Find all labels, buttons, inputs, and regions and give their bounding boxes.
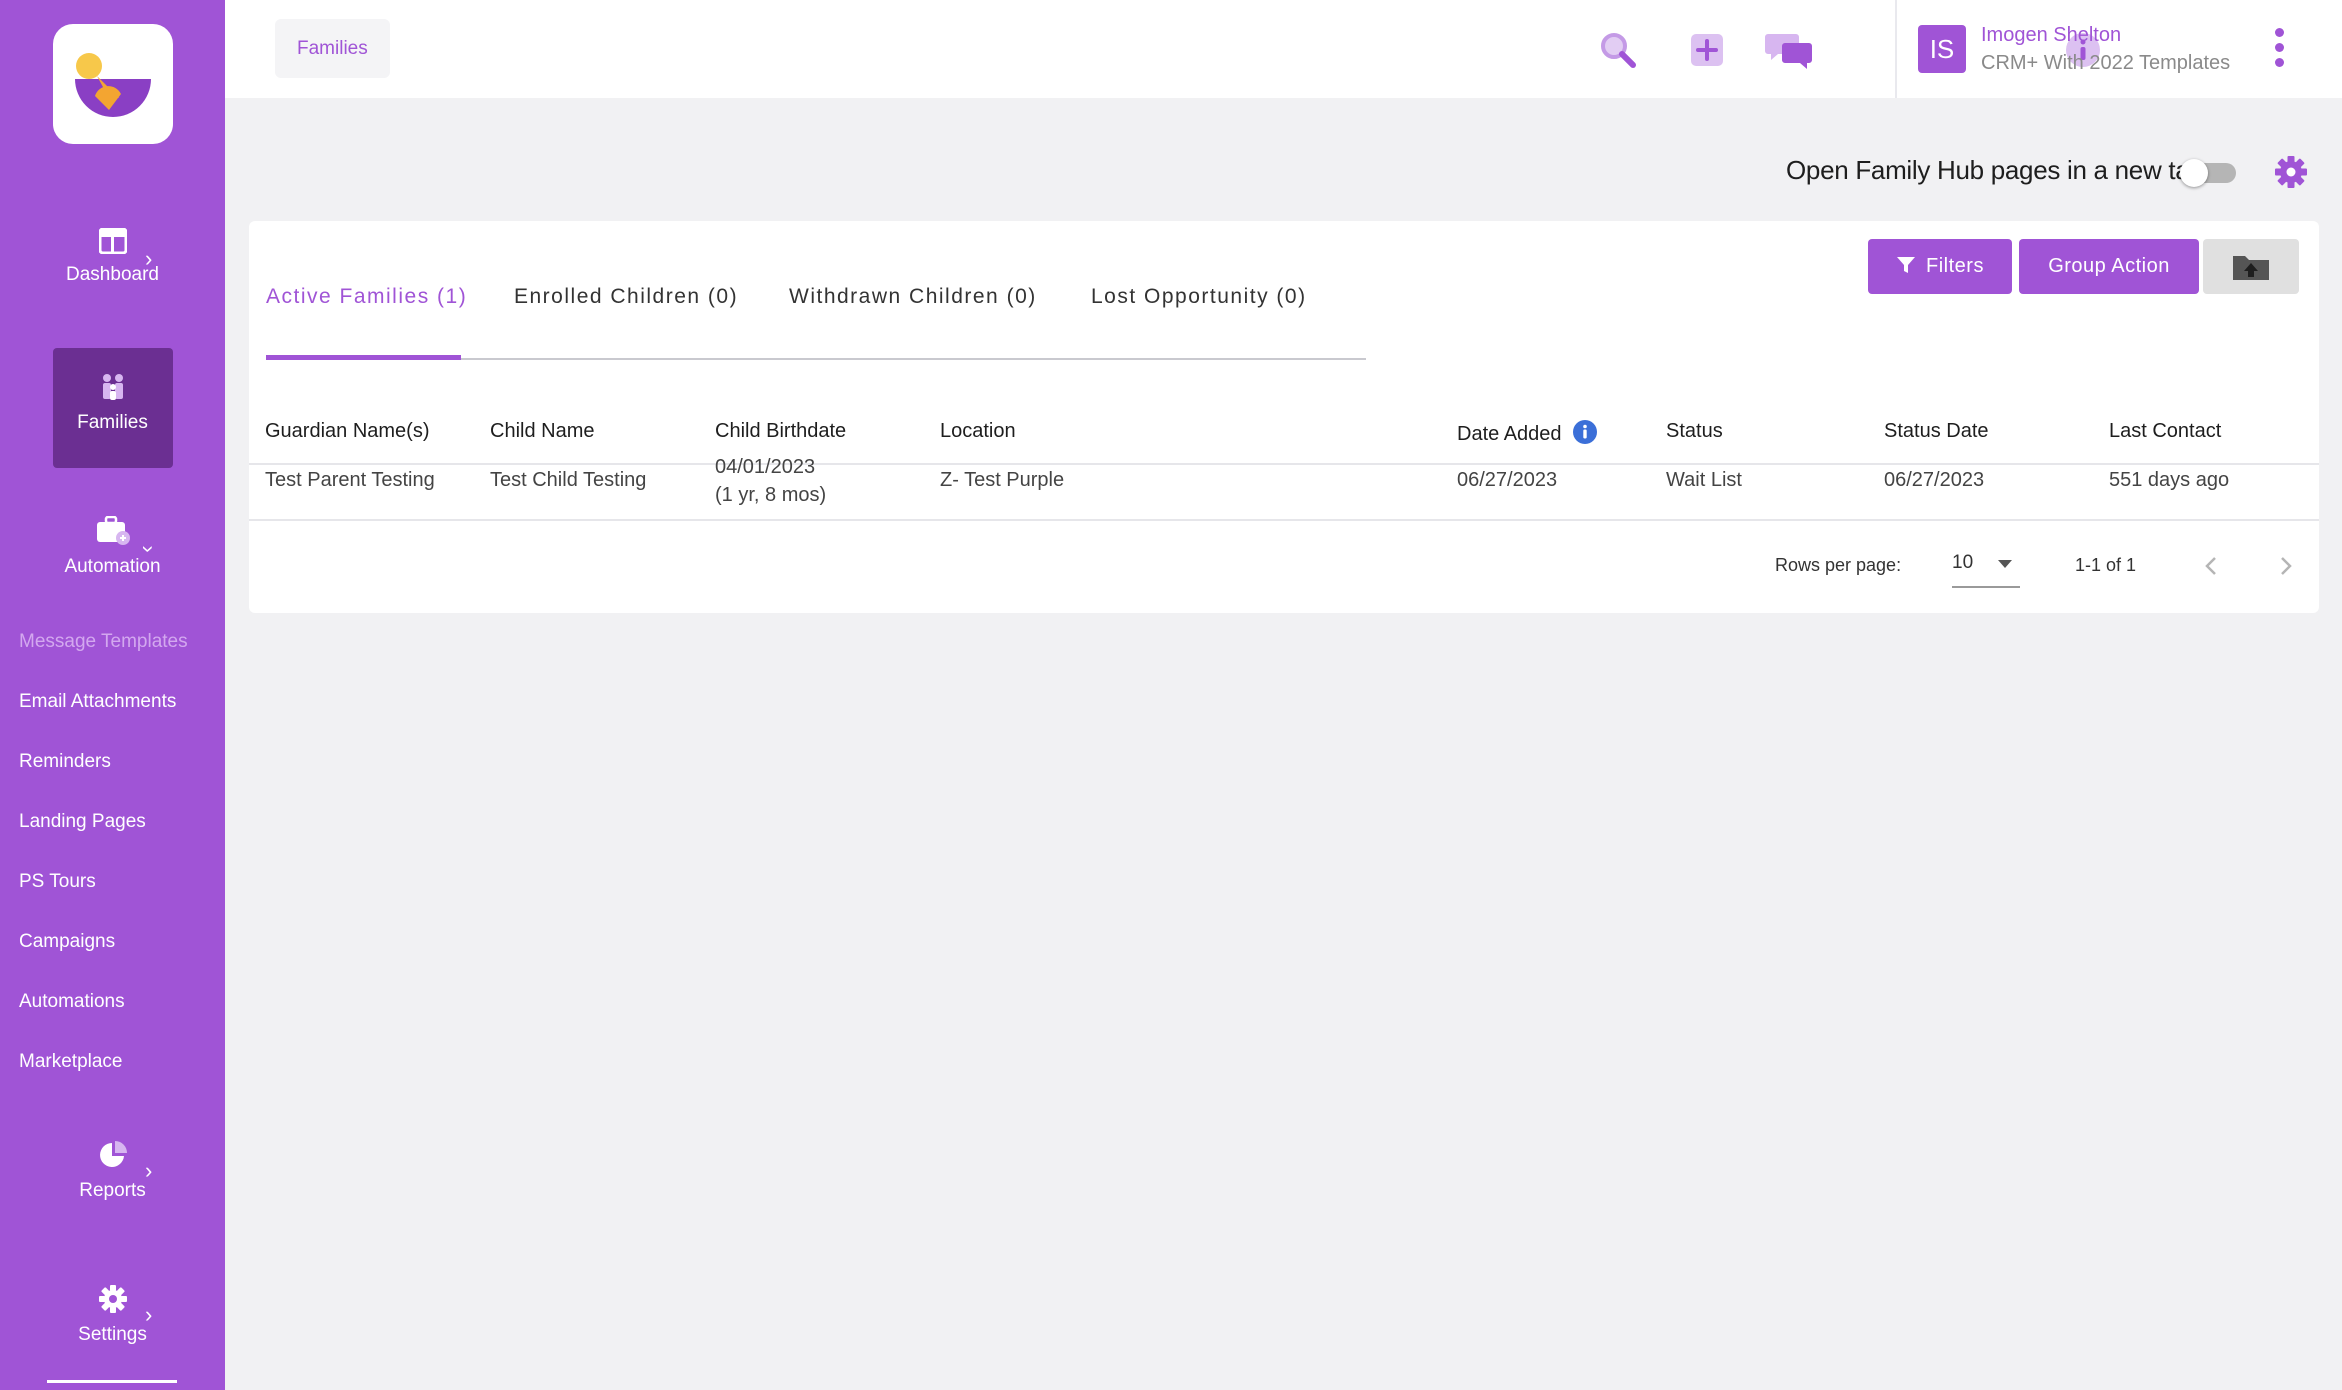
cell-location: Z- Test Purple bbox=[940, 469, 1065, 491]
sidebar: Dashboard › Families Automation › Messag… bbox=[0, 0, 225, 1390]
col-location[interactable]: Location bbox=[940, 420, 1016, 443]
active-tab-indicator bbox=[266, 355, 461, 360]
nav-reports[interactable]: Reports › bbox=[0, 1140, 225, 1202]
rows-per-page-select[interactable]: 10 bbox=[1952, 548, 2020, 588]
col-status-date[interactable]: Status Date bbox=[1884, 420, 1989, 443]
nav-automation-label: Automation bbox=[64, 556, 161, 577]
pagination-range: 1-1 of 1 bbox=[2075, 555, 2137, 575]
sidebar-item-email-attachments[interactable]: Email Attachments bbox=[19, 691, 176, 713]
sidebar-item-reminders[interactable]: Reminders bbox=[19, 751, 111, 773]
cell-last-contact: 551 days ago bbox=[2109, 469, 2230, 491]
topbar-divider bbox=[1895, 0, 1897, 98]
app-logo[interactable] bbox=[53, 24, 173, 144]
cell-status: Wait List bbox=[1666, 469, 1742, 491]
col-date-added[interactable]: Date Added bbox=[1457, 420, 1598, 446]
new-tab-toggle-label: Open Family Hub pages in a new tab bbox=[1786, 155, 2204, 185]
chat-icon[interactable] bbox=[1765, 30, 1815, 70]
rows-per-page-value: 10 bbox=[1952, 552, 1974, 573]
col-status[interactable]: Status bbox=[1666, 420, 1723, 443]
cell-age: (1 yr, 8 mos) bbox=[715, 484, 827, 506]
nav-families-label: Families bbox=[77, 412, 148, 433]
avatar[interactable]: IS bbox=[1918, 25, 1966, 73]
nav-settings-label: Settings bbox=[78, 1324, 147, 1345]
breadcrumb[interactable]: Families bbox=[275, 19, 390, 78]
nav-families[interactable]: Families bbox=[0, 372, 225, 434]
user-name[interactable]: Imogen Shelton bbox=[1981, 24, 2121, 47]
cell-birthdate: 04/01/2023 bbox=[715, 456, 816, 478]
new-tab-toggle[interactable] bbox=[2180, 158, 2240, 187]
sidebar-item-campaigns[interactable]: Campaigns bbox=[19, 931, 115, 953]
families-icon bbox=[102, 374, 123, 400]
chevron-right-icon: › bbox=[145, 246, 153, 271]
next-page-icon[interactable] bbox=[2271, 551, 2301, 581]
nav-reports-label: Reports bbox=[79, 1180, 146, 1201]
cell-date-added: 06/27/2023 bbox=[1457, 469, 1558, 491]
sidebar-item-landing-pages[interactable]: Landing Pages bbox=[19, 811, 146, 833]
tab-enrolled-children[interactable]: Enrolled Children (0) bbox=[514, 285, 738, 309]
info-icon[interactable] bbox=[1573, 420, 1598, 444]
pie-chart-icon bbox=[99, 1141, 127, 1167]
col-date-added-label: Date Added bbox=[1457, 423, 1562, 445]
sidebar-item-ps-tours[interactable]: PS Tours bbox=[19, 871, 96, 893]
caret-down-icon bbox=[1998, 560, 2012, 568]
tab-lost-opportunity[interactable]: Lost Opportunity (0) bbox=[1091, 285, 1307, 309]
nav-divider bbox=[47, 1380, 177, 1383]
automation-icon bbox=[96, 516, 130, 545]
filters-label: Filters bbox=[1926, 255, 1984, 277]
upload-button[interactable] bbox=[2203, 239, 2299, 294]
prev-page-icon[interactable] bbox=[2196, 551, 2226, 581]
nav-automation[interactable]: Automation › bbox=[0, 516, 225, 578]
cell-guardian[interactable]: Test Parent Testing bbox=[265, 469, 435, 492]
more-menu-icon[interactable] bbox=[2272, 28, 2286, 70]
add-icon[interactable] bbox=[1687, 30, 1727, 70]
settings-gear-icon[interactable] bbox=[2274, 155, 2308, 189]
group-action-button[interactable]: Group Action bbox=[2019, 239, 2199, 294]
tab-active-families[interactable]: Active Families (1) bbox=[266, 285, 467, 309]
nav-settings[interactable]: Settings › bbox=[0, 1284, 225, 1346]
cell-child-name[interactable]: Test Child Testing bbox=[490, 469, 646, 492]
filters-button[interactable]: Filters bbox=[1868, 239, 2012, 294]
top-bar: Families IS Imogen Shelton CRM+ With 202… bbox=[225, 0, 2342, 98]
cell-status-date: 06/27/2023 bbox=[1884, 469, 1985, 491]
col-last-contact[interactable]: Last Contact bbox=[2109, 420, 2221, 443]
tab-bar: Active Families (1) Enrolled Children (0… bbox=[266, 221, 1366, 360]
filter-icon bbox=[1897, 257, 1916, 273]
folder-upload-icon bbox=[2233, 256, 2269, 280]
sidebar-item-automations[interactable]: Automations bbox=[19, 991, 125, 1013]
chevron-down-icon: › bbox=[136, 545, 162, 553]
col-child-birthdate[interactable]: Child Birthdate bbox=[715, 420, 846, 443]
chevron-right-icon: › bbox=[145, 1302, 153, 1327]
col-guardian[interactable]: Guardian Name(s) bbox=[265, 420, 430, 443]
sidebar-item-marketplace[interactable]: Marketplace bbox=[19, 1051, 123, 1073]
gear-icon bbox=[98, 1285, 127, 1313]
user-plan: CRM+ With 2022 Templates bbox=[1981, 52, 2231, 74]
toggle-knob bbox=[2180, 159, 2208, 187]
search-icon[interactable] bbox=[1598, 30, 1638, 70]
nav-dashboard-label: Dashboard bbox=[66, 264, 159, 285]
sidebar-item-message-templates[interactable]: Message Templates bbox=[19, 631, 188, 653]
chevron-right-icon: › bbox=[145, 1158, 153, 1183]
dashboard-icon bbox=[98, 228, 127, 254]
tab-withdrawn-children[interactable]: Withdrawn Children (0) bbox=[789, 285, 1037, 309]
col-child-name[interactable]: Child Name bbox=[490, 420, 594, 443]
rows-per-page-label: Rows per page: bbox=[1775, 555, 1902, 575]
families-card: Active Families (1) Enrolled Children (0… bbox=[249, 221, 2319, 613]
logo-icon bbox=[75, 53, 151, 117]
nav-dashboard[interactable]: Dashboard › bbox=[0, 228, 225, 286]
